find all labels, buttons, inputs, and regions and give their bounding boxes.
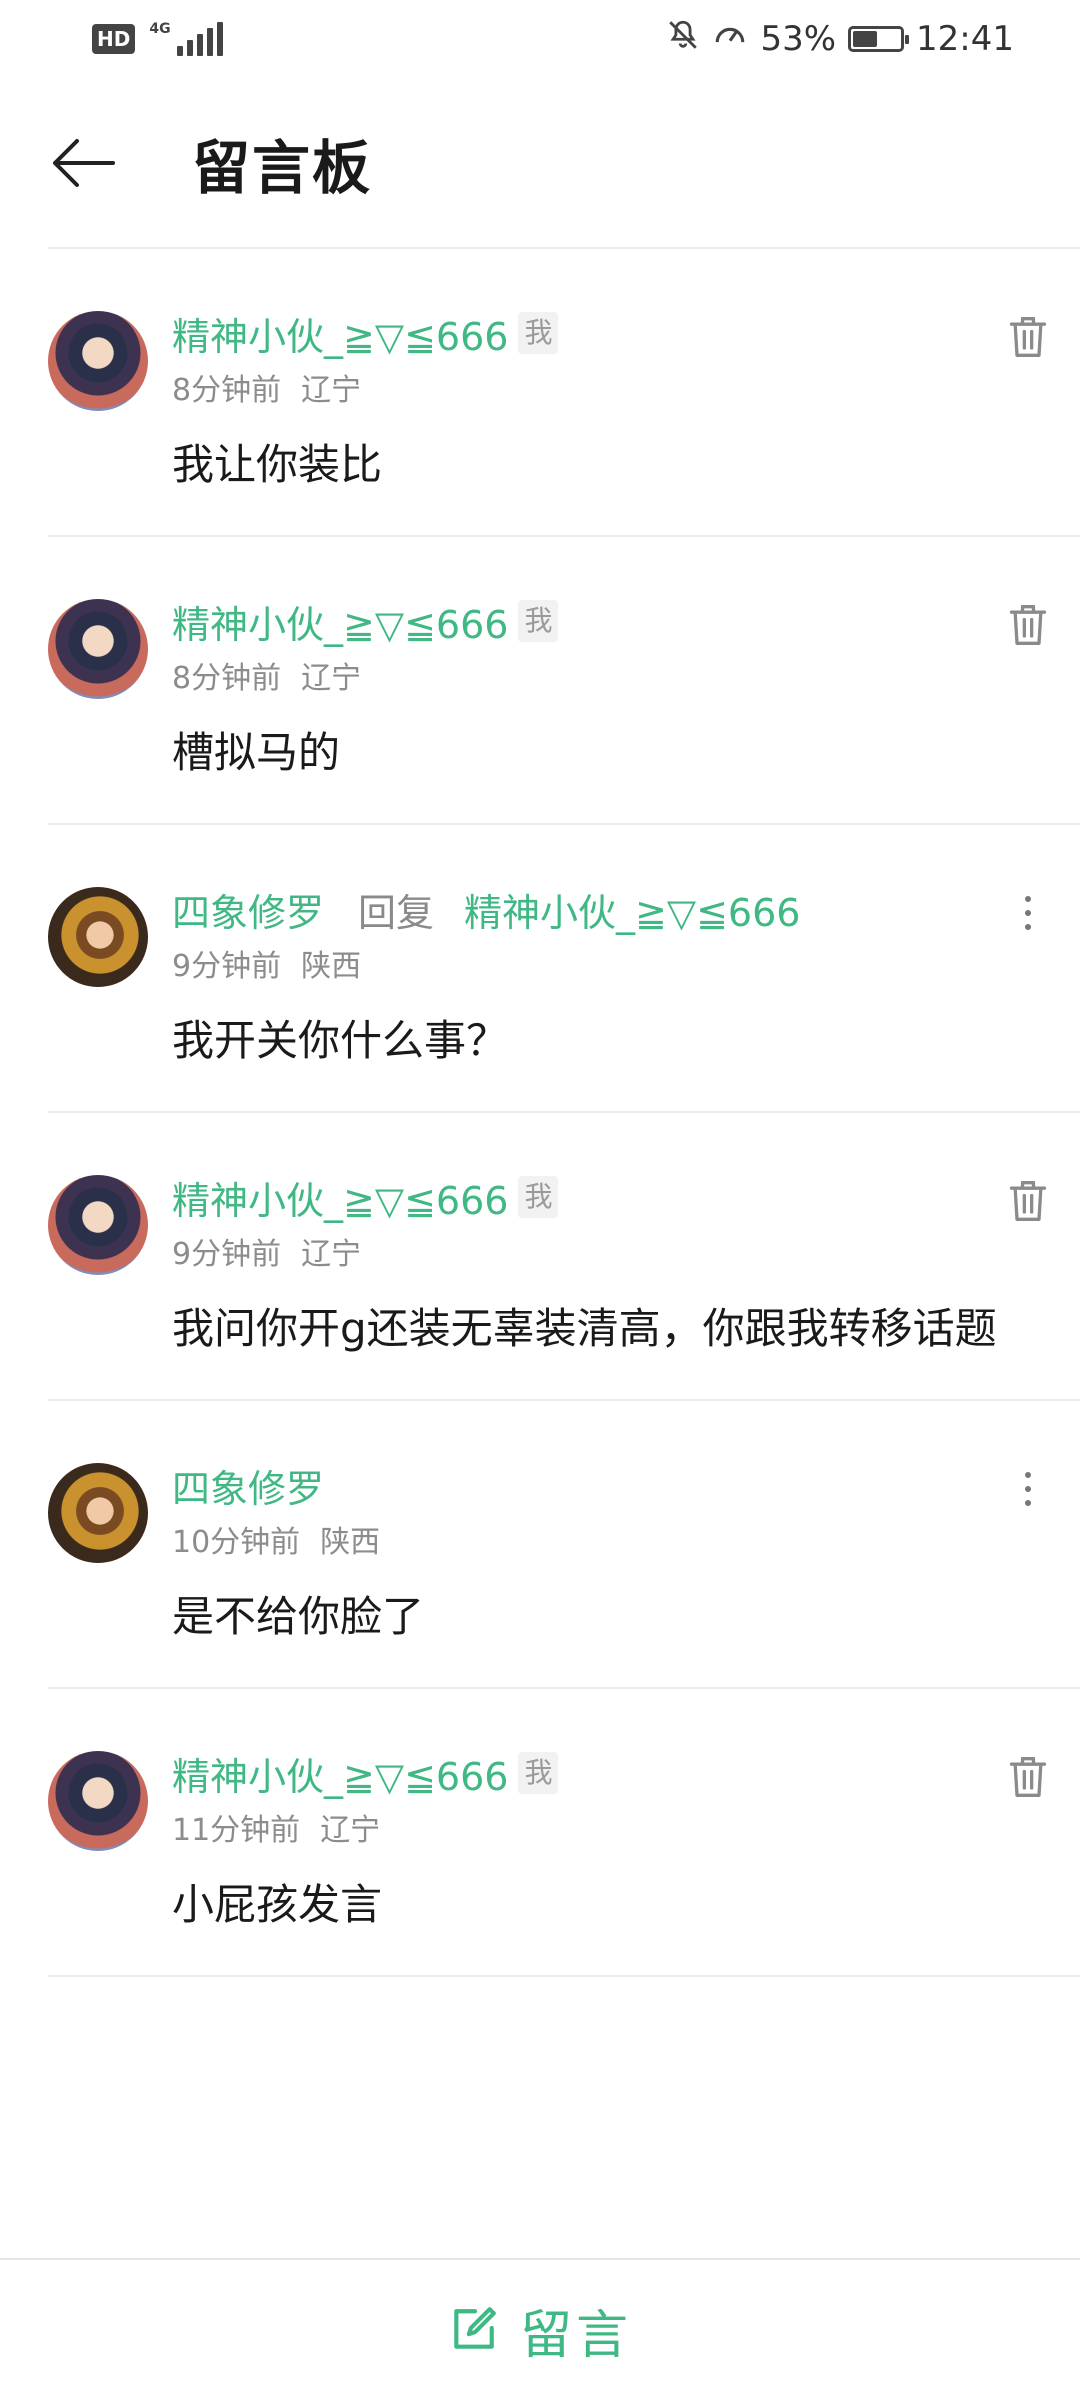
me-tag: 我: [518, 600, 559, 642]
comment-item: 精神小伙_≧▽≦666 我 8分钟前 辽宁 槽拟马的: [48, 537, 1080, 825]
avatar[interactable]: [48, 1463, 148, 1563]
more-vertical-icon: [1025, 896, 1031, 930]
comment-time: 10分钟前: [172, 1525, 301, 1560]
comment-location: 陕西: [301, 949, 362, 984]
comment-item: 精神小伙_≧▽≦666 我 11分钟前 辽宁 小屁孩发言: [48, 1689, 1080, 1977]
name-line: 四象修罗 回复 精神小伙_≧▽≦666: [172, 881, 1020, 937]
back-button[interactable]: [46, 125, 122, 201]
me-tag: 我: [518, 1752, 559, 1794]
comment-meta: 9分钟前 辽宁: [172, 1235, 1020, 1275]
compose-button[interactable]: 留言: [0, 2258, 1080, 2400]
status-right: 53% 12:41: [666, 18, 1014, 61]
author-name[interactable]: 四象修罗: [172, 882, 324, 937]
comment-body: 精神小伙_≧▽≦666 我 9分钟前 辽宁 我问你开g还装无辜装清高，你跟我转移话…: [172, 1169, 1020, 1399]
mute-icon: [666, 18, 700, 61]
comment-body: 精神小伙_≧▽≦666 我 11分钟前 辽宁 小屁孩发言: [172, 1745, 1020, 1975]
reply-to-name[interactable]: 精神小伙_≧▽≦666: [464, 882, 800, 937]
avatar[interactable]: [48, 599, 148, 699]
comment-body: 精神小伙_≧▽≦666 我 8分钟前 辽宁 槽拟马的: [172, 593, 1020, 823]
comment-location: 辽宁: [301, 373, 362, 408]
edit-icon: [454, 2307, 496, 2349]
avatar[interactable]: [48, 1751, 148, 1851]
name-line: 四象修罗: [172, 1457, 1020, 1513]
comment-location: 辽宁: [301, 1237, 362, 1272]
comment-location: 辽宁: [320, 1813, 381, 1848]
name-line: 精神小伙_≧▽≦666 我: [172, 1169, 1020, 1225]
delete-button[interactable]: [998, 1171, 1058, 1231]
arrow-left-icon: [53, 139, 115, 187]
comment-time: 8分钟前: [172, 373, 282, 408]
comment-meta: 11分钟前 辽宁: [172, 1811, 1020, 1851]
author-name[interactable]: 精神小伙_≧▽≦666: [172, 1746, 508, 1801]
me-tag: 我: [518, 312, 559, 354]
comment-text[interactable]: 我让你装比: [172, 429, 1020, 535]
delete-button[interactable]: [998, 595, 1058, 655]
title-bar: 留言板: [0, 78, 1080, 248]
me-tag: 我: [518, 1176, 559, 1218]
comment-text[interactable]: 是不给你脸了: [172, 1581, 1020, 1687]
comment-text[interactable]: 小屁孩发言: [172, 1869, 1020, 1975]
clock: 12:41: [916, 19, 1014, 59]
more-button[interactable]: [998, 883, 1058, 943]
battery-percent: 53%: [760, 19, 837, 59]
delete-button[interactable]: [998, 1747, 1058, 1807]
network-type: 4G: [149, 21, 171, 37]
comment-location: 陕西: [320, 1525, 381, 1560]
trash-icon: [1009, 1757, 1047, 1797]
comment-text[interactable]: 我问你开g还装无辜装清高，你跟我转移话题: [172, 1293, 1020, 1399]
page-title: 留言板: [192, 134, 373, 202]
comment-item: 四象修罗 10分钟前 陕西 是不给你脸了: [48, 1401, 1080, 1689]
author-name[interactable]: 四象修罗: [172, 1458, 324, 1513]
name-line: 精神小伙_≧▽≦666 我: [172, 1745, 1020, 1801]
name-line: 精神小伙_≧▽≦666 我: [172, 305, 1020, 361]
comment-meta: 8分钟前 辽宁: [172, 371, 1020, 411]
battery-icon: [848, 26, 910, 52]
trash-icon: [1009, 1181, 1047, 1221]
author-name[interactable]: 精神小伙_≧▽≦666: [172, 1170, 508, 1225]
comment-body: 四象修罗 回复 精神小伙_≧▽≦666 9分钟前 陕西 我开关你什么事？: [172, 881, 1020, 1111]
cellular-signal-icon: 4G: [149, 21, 223, 56]
avatar[interactable]: [48, 311, 148, 411]
status-bar: HD 4G 53% 12:41: [0, 0, 1080, 78]
comment-meta: 10分钟前 陕西: [172, 1523, 1020, 1563]
speed-icon: [712, 18, 748, 61]
trash-icon: [1009, 605, 1047, 645]
comment-item: 精神小伙_≧▽≦666 我 9分钟前 辽宁 我问你开g还装无辜装清高，你跟我转移话…: [48, 1113, 1080, 1401]
author-name[interactable]: 精神小伙_≧▽≦666: [172, 594, 508, 649]
reply-label: 回复: [358, 890, 435, 935]
comment-text[interactable]: 槽拟马的: [172, 717, 1020, 823]
comment-item: 精神小伙_≧▽≦666 我 8分钟前 辽宁 我让你装比: [48, 249, 1080, 537]
comment-time: 9分钟前: [172, 1237, 282, 1272]
more-vertical-icon: [1025, 1472, 1031, 1506]
comment-item: 四象修罗 回复 精神小伙_≧▽≦666 9分钟前 陕西 我开关你什么事？: [48, 825, 1080, 1113]
comment-list: 精神小伙_≧▽≦666 我 8分钟前 辽宁 我让你装比 精神小伙_≧▽≦666 我…: [48, 247, 1080, 1977]
comment-body: 精神小伙_≧▽≦666 我 8分钟前 辽宁 我让你装比: [172, 305, 1020, 535]
battery-fill: [853, 31, 878, 47]
compose-label: 留言: [519, 2305, 632, 2366]
hd-badge: HD: [92, 24, 136, 54]
comment-text[interactable]: 我开关你什么事？: [172, 1005, 1020, 1111]
comment-time: 11分钟前: [172, 1813, 301, 1848]
comment-time: 8分钟前: [172, 661, 282, 696]
trash-icon: [1009, 317, 1047, 357]
comment-time: 9分钟前: [172, 949, 282, 984]
status-left: HD 4G: [92, 22, 223, 56]
comment-meta: 8分钟前 辽宁: [172, 659, 1020, 699]
avatar[interactable]: [48, 887, 148, 987]
avatar[interactable]: [48, 1175, 148, 1275]
author-name[interactable]: 精神小伙_≧▽≦666: [172, 306, 508, 361]
comment-location: 辽宁: [301, 661, 362, 696]
comment-meta: 9分钟前 陕西: [172, 947, 1020, 987]
name-line: 精神小伙_≧▽≦666 我: [172, 593, 1020, 649]
comment-body: 四象修罗 10分钟前 陕西 是不给你脸了: [172, 1457, 1020, 1687]
more-button[interactable]: [998, 1459, 1058, 1519]
delete-button[interactable]: [998, 307, 1058, 367]
